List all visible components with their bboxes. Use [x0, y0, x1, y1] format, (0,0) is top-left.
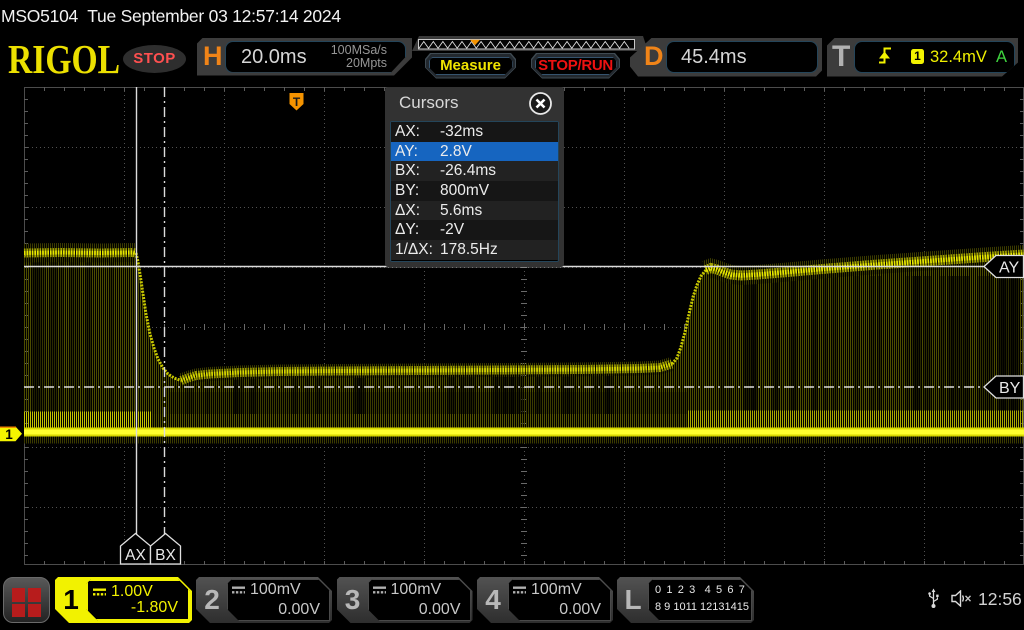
svg-text:1: 1: [5, 427, 13, 442]
svg-text:T: T: [293, 95, 301, 109]
svg-text:AY: AY: [999, 260, 1019, 277]
svg-text:BX: BX: [155, 547, 176, 564]
svg-text:AX: AX: [125, 547, 146, 564]
svg-text:BY: BY: [999, 380, 1021, 397]
